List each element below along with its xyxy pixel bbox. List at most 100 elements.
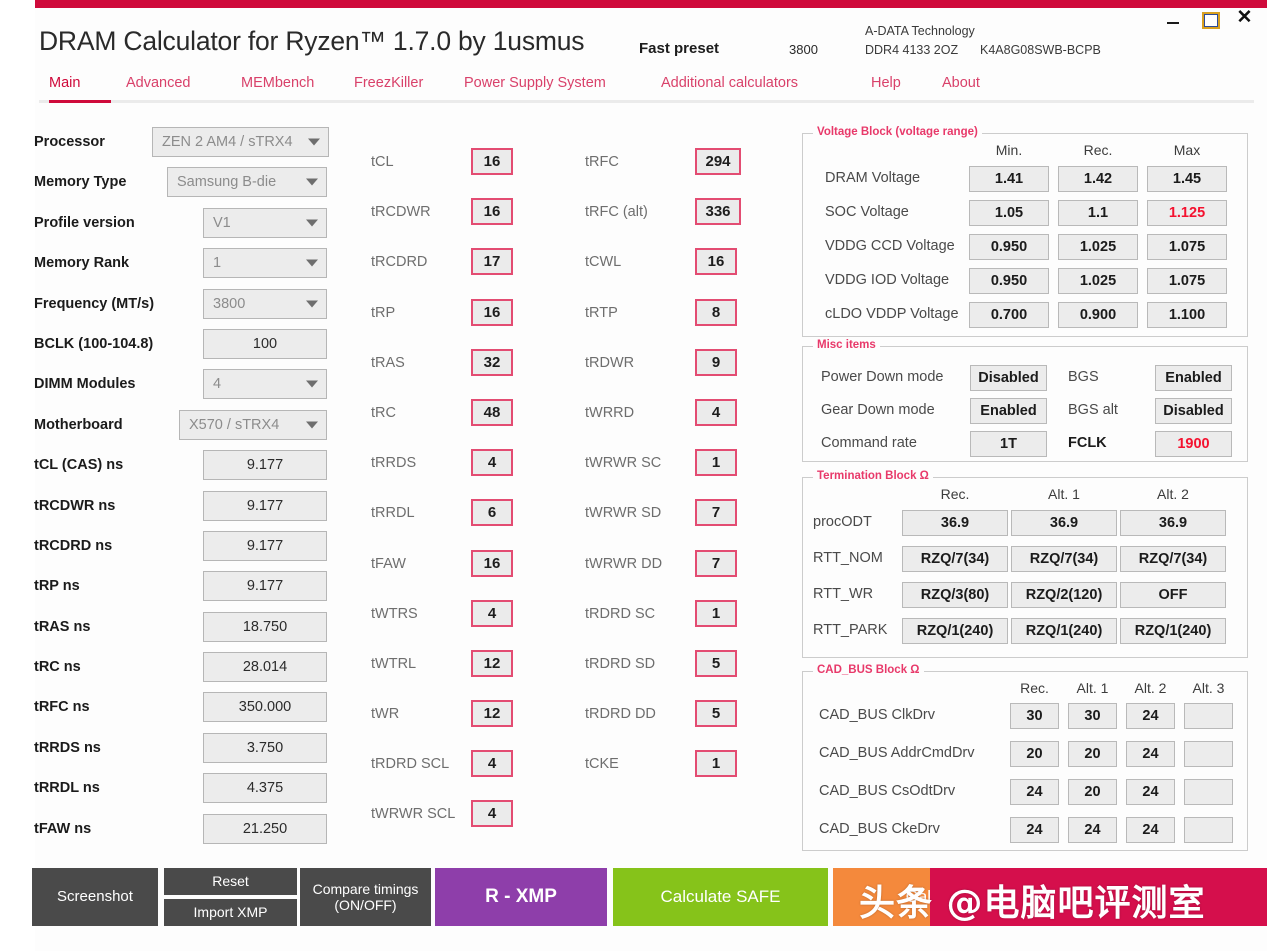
value-cell[interactable]: 1.1 bbox=[1058, 200, 1138, 226]
value-cell[interactable]: 30 bbox=[1010, 703, 1059, 729]
tab-about[interactable]: About bbox=[942, 75, 980, 91]
value-cell[interactable]: RZQ/7(34) bbox=[1120, 546, 1226, 572]
parameter-select[interactable]: Samsung B-die bbox=[167, 167, 327, 198]
misc-value-left[interactable]: Disabled bbox=[970, 365, 1047, 391]
timing-input[interactable]: 5 bbox=[695, 700, 737, 728]
value-cell-empty[interactable] bbox=[1184, 741, 1233, 767]
tab-freezkiller[interactable]: FreezKiller bbox=[354, 75, 423, 91]
value-cell[interactable]: 24 bbox=[1126, 741, 1175, 767]
timing-input[interactable]: 16 bbox=[695, 248, 737, 276]
value-cell[interactable]: 1.100 bbox=[1147, 302, 1227, 328]
reset-button[interactable]: Reset bbox=[164, 868, 297, 895]
parameter-select[interactable]: 3800 bbox=[203, 288, 327, 319]
tab-additional-calculators[interactable]: Additional calculators bbox=[661, 75, 798, 91]
parameter-input[interactable]: 100 bbox=[203, 328, 327, 359]
value-cell[interactable]: RZQ/1(240) bbox=[1011, 618, 1117, 644]
timing-input[interactable]: 7 bbox=[695, 499, 737, 527]
parameter-input[interactable]: 21.250 bbox=[203, 813, 327, 844]
parameter-select[interactable]: ZEN 2 AM4 / sTRX4 bbox=[152, 127, 329, 157]
value-cell[interactable]: 1.05 bbox=[969, 200, 1049, 226]
timing-input[interactable]: 32 bbox=[471, 348, 513, 376]
value-cell[interactable]: 1.42 bbox=[1058, 166, 1138, 192]
parameter-input[interactable]: 4.375 bbox=[203, 773, 327, 804]
value-cell[interactable]: 1.125 bbox=[1147, 200, 1227, 226]
timing-input[interactable]: 9 bbox=[695, 348, 737, 376]
parameter-input[interactable]: 9.177 bbox=[203, 571, 327, 602]
timing-input[interactable]: 6 bbox=[471, 499, 513, 527]
value-cell[interactable]: 0.900 bbox=[1058, 302, 1138, 328]
parameter-input[interactable]: 3.750 bbox=[203, 732, 327, 763]
timing-input[interactable]: 1 bbox=[695, 750, 737, 778]
value-cell[interactable]: 1.41 bbox=[969, 166, 1049, 192]
tab-main[interactable]: Main bbox=[49, 75, 80, 91]
chevron-down-icon[interactable] bbox=[308, 138, 320, 146]
parameter-input[interactable]: 18.750 bbox=[203, 611, 327, 642]
misc-value-left[interactable]: Enabled bbox=[970, 398, 1047, 424]
timing-input[interactable]: 4 bbox=[471, 599, 513, 627]
value-cell-empty[interactable] bbox=[1184, 779, 1233, 805]
value-cell[interactable]: 1.025 bbox=[1058, 234, 1138, 260]
value-cell[interactable]: 0.950 bbox=[969, 268, 1049, 294]
value-cell[interactable]: 24 bbox=[1126, 779, 1175, 805]
value-cell[interactable]: 36.9 bbox=[1011, 510, 1117, 536]
timing-input[interactable]: 294 bbox=[695, 148, 741, 175]
parameter-input[interactable]: 28.014 bbox=[203, 652, 327, 683]
tab-membench[interactable]: MEMbench bbox=[241, 75, 314, 91]
parameter-select[interactable]: 1 bbox=[203, 248, 327, 279]
chevron-down-icon[interactable] bbox=[306, 178, 318, 186]
compare-timings-button[interactable]: Compare timings (ON/OFF) bbox=[300, 868, 431, 926]
value-cell[interactable]: 1.075 bbox=[1147, 268, 1227, 294]
value-cell[interactable]: 24 bbox=[1126, 703, 1175, 729]
value-cell[interactable]: 1.45 bbox=[1147, 166, 1227, 192]
value-cell[interactable]: 0.950 bbox=[969, 234, 1049, 260]
value-cell[interactable]: RZQ/7(34) bbox=[902, 546, 1008, 572]
import-xmp-button[interactable]: Import XMP bbox=[164, 899, 297, 926]
timing-input[interactable]: 8 bbox=[695, 298, 737, 326]
parameter-input[interactable]: 9.177 bbox=[203, 530, 327, 561]
timing-input[interactable]: 16 bbox=[471, 549, 513, 577]
parameter-input[interactable]: 350.000 bbox=[203, 692, 327, 723]
value-cell[interactable]: OFF bbox=[1120, 582, 1226, 608]
misc-value-right[interactable]: Enabled bbox=[1155, 365, 1232, 391]
tab-power-supply-system[interactable]: Power Supply System bbox=[464, 75, 606, 91]
parameter-input[interactable]: 9.177 bbox=[203, 490, 327, 521]
parameter-select[interactable]: 4 bbox=[203, 369, 327, 400]
timing-input[interactable]: 5 bbox=[695, 649, 737, 677]
parameter-select[interactable]: V1 bbox=[203, 207, 327, 238]
value-cell[interactable]: 24 bbox=[1126, 817, 1175, 843]
value-cell[interactable]: 1.075 bbox=[1147, 234, 1227, 260]
value-cell[interactable]: 0.700 bbox=[969, 302, 1049, 328]
value-cell[interactable]: 36.9 bbox=[902, 510, 1008, 536]
value-cell[interactable]: RZQ/7(34) bbox=[1011, 546, 1117, 572]
timing-input[interactable]: 1 bbox=[695, 449, 737, 477]
timing-input[interactable]: 4 bbox=[471, 800, 513, 828]
value-cell[interactable]: 20 bbox=[1010, 741, 1059, 767]
timing-input[interactable]: 4 bbox=[471, 449, 513, 477]
value-cell[interactable]: RZQ/2(120) bbox=[1011, 582, 1117, 608]
value-cell[interactable]: 24 bbox=[1010, 779, 1059, 805]
tab-advanced[interactable]: Advanced bbox=[126, 75, 191, 91]
timing-input[interactable]: 336 bbox=[695, 198, 741, 226]
r-xmp-button[interactable]: R - XMP bbox=[435, 868, 607, 926]
calculate-safe-button[interactable]: Calculate SAFE bbox=[613, 868, 828, 926]
timing-input[interactable]: 4 bbox=[471, 750, 513, 778]
timing-input[interactable]: 12 bbox=[471, 649, 513, 677]
screenshot-button[interactable]: Screenshot bbox=[32, 868, 158, 926]
timing-input[interactable]: 16 bbox=[471, 298, 513, 326]
tab-help[interactable]: Help bbox=[871, 75, 901, 91]
parameter-input[interactable]: 9.177 bbox=[203, 450, 327, 481]
value-cell[interactable]: 30 bbox=[1068, 703, 1117, 729]
misc-value-right[interactable]: 1900 bbox=[1155, 431, 1232, 457]
chevron-down-icon[interactable] bbox=[306, 380, 318, 388]
value-cell-empty[interactable] bbox=[1184, 817, 1233, 843]
timing-input[interactable]: 1 bbox=[695, 599, 737, 627]
value-cell[interactable]: 1.025 bbox=[1058, 268, 1138, 294]
timing-input[interactable]: 16 bbox=[471, 198, 513, 226]
chevron-down-icon[interactable] bbox=[306, 421, 318, 429]
chevron-down-icon[interactable] bbox=[306, 300, 318, 308]
misc-value-left[interactable]: 1T bbox=[970, 431, 1047, 457]
value-cell[interactable]: 20 bbox=[1068, 741, 1117, 767]
chevron-down-icon[interactable] bbox=[306, 259, 318, 267]
value-cell[interactable]: RZQ/1(240) bbox=[902, 618, 1008, 644]
minimize-icon[interactable] bbox=[1166, 10, 1183, 27]
